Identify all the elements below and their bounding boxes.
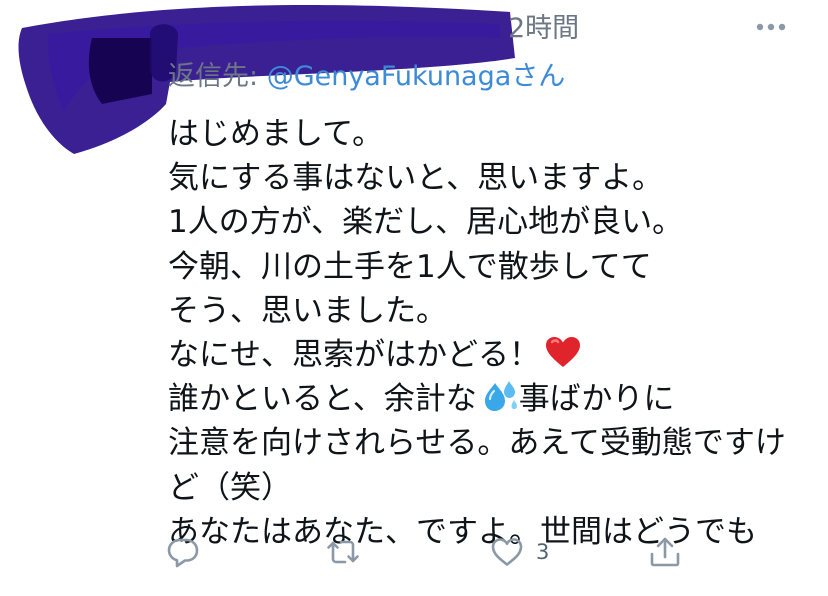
tweet-timestamp[interactable]: 2時間 [508,12,579,46]
tweet-line-with-heart: なにせ、思索がはかどる！ [168,333,808,377]
retweet-arrows-icon [327,540,359,564]
reply-bubble-icon [167,538,199,568]
tweet-line: 注意を向けされらせる。あえて受動態ですけ [168,425,786,462]
like-button[interactable]: 3 [490,528,549,576]
reply-handle-link[interactable]: @GenyaFukunaga [267,61,512,92]
tweet-body: はじめまして。 気にする事はないと、思いますよ。 1人の方が、楽だし、居心地が良… [168,112,808,554]
tweet-line: 気にする事はないと、思いますよ。 [168,160,664,197]
tweet-line-text: 誰かといると、余計な [168,381,477,418]
retweet-button[interactable] [326,528,360,576]
share-upload-icon [650,537,680,567]
red-heart-emoji-icon [546,337,580,368]
more-dots-icon [756,23,786,31]
tweet-line-with-sweat: 誰かといると、余計な 事ばかりに [168,377,808,421]
tweet-card[interactable]: 2時間 返信先: @GenyaFukunagaさん はじめまして。 気にする事は… [0,0,828,596]
tweet-line: はじめまして。 [168,116,384,152]
tweet-line: 1人の方が、楽だし、居心地が良い。 [168,204,684,241]
tweet-line: そう、思いました。 [168,292,447,329]
reply-prefix: 返信先: [168,61,267,92]
heart-outline-icon [491,538,523,566]
reply-context: 返信先: @GenyaFukunagaさん [168,60,565,94]
tweet-action-bar: 3 [150,528,710,576]
reply-suffix: さん [511,61,566,92]
tweet-line: ど（笑） [168,469,292,506]
more-options-button[interactable] [751,14,791,40]
tweet-line: 今朝、川の土手を1人で散歩してて [168,248,652,285]
reply-button[interactable] [166,528,200,576]
tweet-line-text: なにせ、思索がはかどる！ [168,337,540,374]
tweet-line-text: 事ばかりに [518,381,675,418]
share-button[interactable] [648,528,682,576]
like-count: 3 [536,540,550,564]
sweat-droplets-emoji-icon [484,381,517,412]
